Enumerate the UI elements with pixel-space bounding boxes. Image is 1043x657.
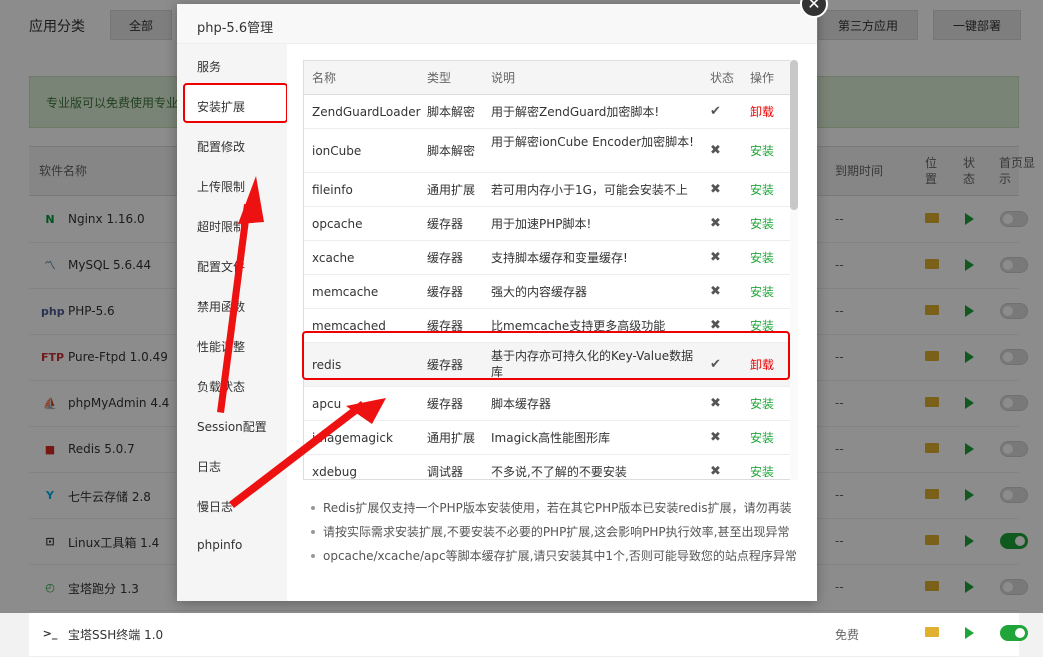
play-icon[interactable] (965, 627, 974, 639)
arrow-right-shaft (229, 401, 366, 508)
software-row: >_ 宝塔SSH终端 1.0 免费 (29, 611, 1028, 657)
folder-icon[interactable] (925, 627, 939, 637)
annotation-arrows (217, 176, 386, 508)
software-name[interactable]: 宝塔SSH终端 1.0 (68, 626, 163, 643)
arrow-up-head (238, 176, 264, 224)
home-toggle[interactable] (1000, 625, 1028, 641)
arrow-up-shaft (217, 204, 251, 413)
expire-date: 免费 (835, 628, 860, 642)
ssh-icon: >_ (42, 627, 58, 640)
